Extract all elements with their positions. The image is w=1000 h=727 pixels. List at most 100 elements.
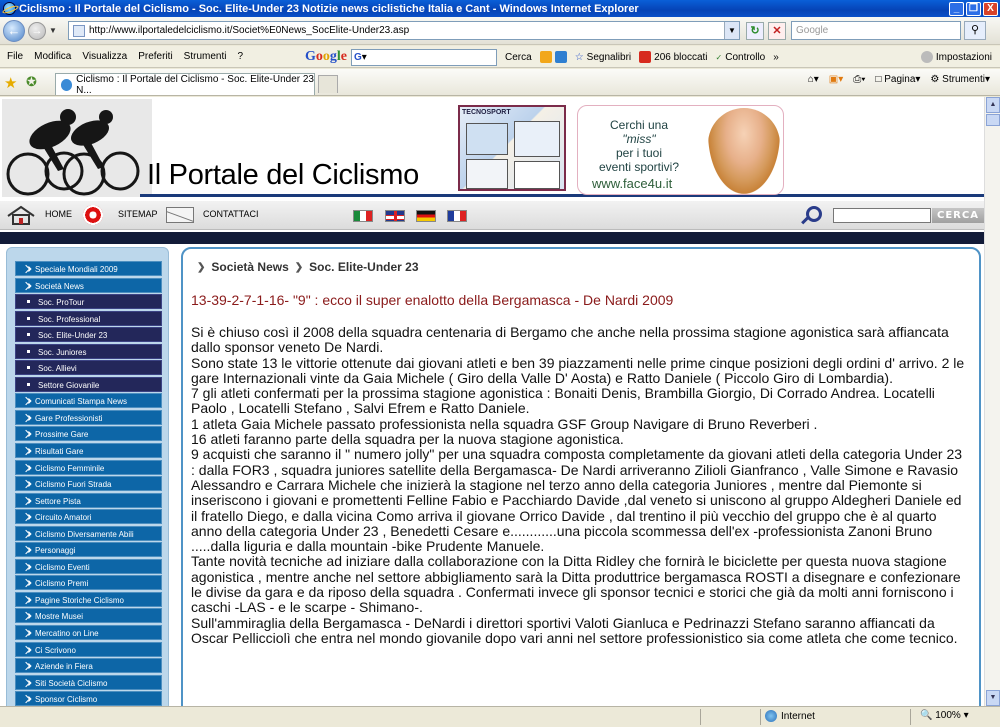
settings-button[interactable]: Impostazioni [920, 51, 992, 63]
banner1-screen [514, 161, 560, 189]
breadcrumb-section[interactable]: Società News [211, 260, 288, 274]
sidebar-item[interactable]: Società News [15, 277, 162, 293]
search-input[interactable]: Google [791, 21, 961, 40]
refresh-button[interactable]: ↻ [746, 22, 764, 40]
site-search-button[interactable]: CERCA [932, 208, 984, 223]
sidebar-item[interactable]: Risultati Gare [15, 443, 162, 459]
status-bar: Internet 🔍 100% ▾ [0, 706, 1000, 727]
google-tools-icons[interactable] [539, 51, 567, 63]
menu-visualizza[interactable]: Visualizza [82, 51, 127, 62]
page-menu[interactable]: □ Pagina▾ [875, 74, 920, 85]
scroll-down-icon[interactable]: ▼ [986, 690, 1000, 706]
menu-help[interactable]: ? [237, 51, 243, 62]
tools-menu[interactable]: ⚙ Strumenti▾ [930, 74, 990, 85]
banner1-screen [466, 159, 508, 189]
sidebar-item[interactable]: Aziende in Fiera [15, 658, 162, 674]
address-url[interactable]: http://www.ilportaledelciclismo.it/Socie… [89, 25, 409, 36]
scroll-thumb[interactable] [986, 114, 1000, 126]
menu-preferiti[interactable]: Preferiti [138, 51, 172, 62]
sidebar-item[interactable]: Soc. Allievi [15, 360, 162, 376]
flag-germany-icon[interactable] [416, 210, 436, 222]
toolbar-more-button[interactable]: » [773, 52, 779, 63]
scroll-up-icon[interactable]: ▲ [986, 97, 1000, 113]
home-icon[interactable]: ⌂▾ [808, 74, 819, 85]
spellcheck-button[interactable]: ✓ Controllo [716, 52, 766, 63]
sidebar-item[interactable]: Gare Professionisti [15, 409, 162, 425]
menu-strumenti[interactable]: Strumenti [184, 51, 227, 62]
sidebar-item[interactable]: Settore Pista [15, 492, 162, 508]
close-button[interactable]: X [983, 1, 998, 16]
sidebar-item[interactable]: Ciclismo Eventi [15, 558, 162, 574]
star-icon: ☆ [574, 51, 584, 63]
flag-france-icon[interactable] [447, 210, 467, 222]
status-divider [700, 709, 701, 725]
browser-tab-active[interactable]: Ciclismo : Il Portale del Ciclismo - Soc… [55, 73, 315, 96]
flag-italy-icon[interactable] [353, 210, 373, 222]
breadcrumb: ❯ Società News ❯ Soc. Elite-Under 23 [197, 260, 419, 274]
sidebar-item[interactable]: Speciale Mondiali 2009 [15, 261, 162, 276]
nav-home-link[interactable]: HOME [45, 209, 72, 219]
sidebar-item[interactable]: Mercatino on Line [15, 625, 162, 641]
menu-file[interactable]: File [7, 51, 23, 62]
feeds-icon[interactable]: ▣▾ [829, 74, 843, 85]
history-dropdown[interactable]: ▼ [49, 26, 57, 35]
google-search-button[interactable]: Cerca [505, 52, 532, 63]
page-icon [73, 24, 85, 37]
new-tab-button[interactable] [318, 75, 338, 93]
sidebar-item[interactable]: Ci Scrivono [15, 641, 162, 657]
nav-contact-link[interactable]: CONTATTACI [203, 209, 259, 219]
nav-sitemap-link[interactable]: SITEMAP [118, 209, 158, 219]
face4u-banner[interactable]: Cerchi una "miss" per i tuoi eventi spor… [577, 105, 784, 195]
home-icon[interactable] [6, 205, 36, 225]
sitemap-icon[interactable] [83, 205, 103, 225]
flag-uk-icon[interactable] [385, 210, 405, 222]
sidebar-item[interactable]: Comunicati Stampa News [15, 393, 162, 409]
sidebar-item[interactable]: Soc. ProTour [15, 294, 162, 310]
search-go-icon[interactable]: ⚲ [964, 21, 986, 40]
mail-icon[interactable] [166, 207, 194, 223]
google-toolbar-search[interactable]: G ▾ [351, 48, 497, 66]
back-button[interactable]: ← [3, 19, 25, 42]
site-logo-text[interactable]: Il Portale del Ciclismo [147, 159, 419, 192]
article-panel: ❯ Società News ❯ Soc. Elite-Under 23 13-… [181, 247, 981, 706]
sidebar-item[interactable]: Ciclismo Femminile [15, 459, 162, 475]
menu-modifica[interactable]: Modifica [34, 51, 71, 62]
sidebar-item[interactable]: Mostre Musei [15, 608, 162, 624]
article-paragraph: Sono state 13 le vittorie ottenute dai g… [191, 354, 965, 386]
sidebar-item[interactable]: Prossime Gare [15, 426, 162, 442]
address-dropdown-icon[interactable]: ▼ [724, 22, 739, 39]
breadcrumb-current[interactable]: Soc. Elite-Under 23 [309, 260, 418, 274]
banner2-text: Cerchi una "miss" per i tuoi eventi spor… [598, 118, 680, 174]
sidebar-item[interactable]: Soc. Elite-Under 23 [15, 327, 162, 343]
banner1-label: TECNOSPORT [462, 109, 511, 116]
sidebar-item[interactable]: Soc. Juniores [15, 343, 162, 359]
sidebar-item[interactable]: Siti Società Ciclismo [15, 674, 162, 690]
forward-button[interactable]: → [28, 21, 46, 40]
zoom-level[interactable]: 🔍 100% ▾ [920, 710, 969, 721]
print-icon[interactable]: ⎙▾ [853, 74, 865, 85]
sidebar-item[interactable]: Ciclismo Fuori Strada [15, 476, 162, 492]
title-bar: Ciclismo : Il Portale del Ciclismo - Soc… [0, 0, 1000, 17]
stop-button[interactable]: ✕ [768, 22, 786, 40]
sidebar-item[interactable]: Personaggi [15, 542, 162, 558]
sidebar-item[interactable]: Soc. Professional [15, 310, 162, 326]
address-bar[interactable]: http://www.ilportaledelciclismo.it/Socie… [68, 21, 740, 40]
bookmarks-button[interactable]: ☆ Segnalibri [575, 52, 631, 63]
popup-blocker-button[interactable]: 206 bloccati [639, 51, 708, 63]
sidebar-item[interactable]: Ciclismo Premi [15, 575, 162, 591]
tecnosport-banner[interactable]: TECNOSPORT [458, 105, 566, 191]
add-favorite-icon[interactable]: ✪ [26, 74, 37, 90]
sidebar-item[interactable]: Sponsor Ciclismo [15, 691, 162, 706]
sidebar-item[interactable]: Ciclismo Diversamente Abili [15, 525, 162, 541]
sidebar-item[interactable]: Circuito Amatori [15, 509, 162, 525]
security-zone[interactable]: Internet [765, 710, 815, 722]
minimize-button[interactable]: _ [949, 1, 964, 16]
sidebar-item[interactable]: Pagine Storiche Ciclismo [15, 591, 162, 607]
favorites-star-icon[interactable]: ★ [4, 74, 17, 92]
site-search-input[interactable] [833, 208, 931, 223]
sidebar-item[interactable]: Settore Giovanile [15, 376, 162, 392]
restore-button[interactable]: ❐ [966, 1, 981, 16]
wrench-icon [920, 51, 933, 63]
article-paragraph: Si è chiuso così il 2008 della squadra c… [191, 324, 949, 356]
vertical-scrollbar[interactable]: ▲ ▼ [984, 97, 1000, 706]
